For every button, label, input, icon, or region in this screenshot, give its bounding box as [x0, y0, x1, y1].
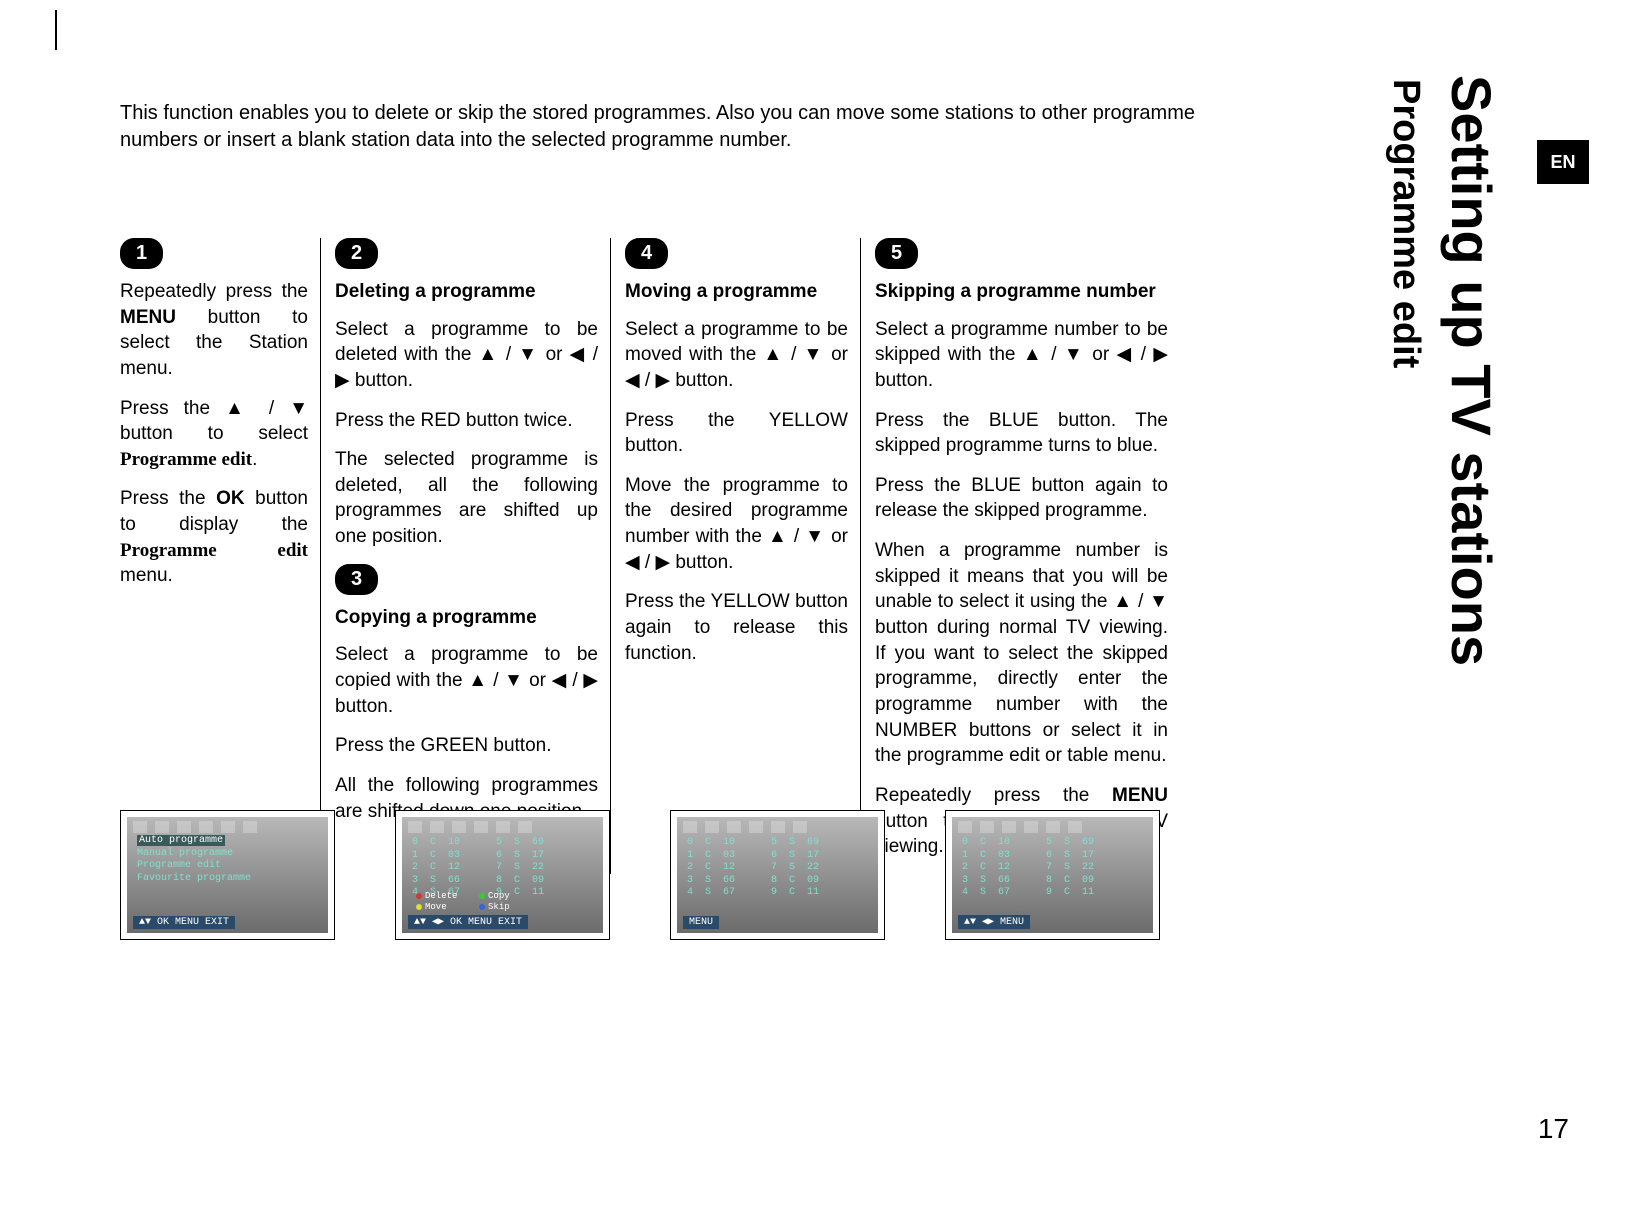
- osd-screenshot-3: 0 C 10 5 S 69 1 C 03 6 S 17 2 C 12 7 S 2…: [670, 810, 885, 940]
- osd-footer-hint: ▲▼ ◀▶ OK MENU EXIT: [408, 915, 528, 929]
- language-badge: EN: [1537, 140, 1589, 184]
- osd-programme-table: 0 C 10 5 S 69 1 C 03 6 S 17 2 C 12 7 S 2…: [412, 837, 597, 900]
- step-3-p1: Select a programme to be copied with the…: [335, 642, 598, 719]
- osd-icon-row: [958, 821, 1147, 835]
- osd-footer-hint: ▲▼ OK MENU EXIT: [133, 916, 235, 929]
- step-3-p2: Press the GREEN button.: [335, 733, 598, 759]
- step-3-badge: 3: [335, 564, 378, 595]
- osd-footer-hint: ▲▼ ◀▶ MENU: [958, 915, 1030, 929]
- step-1-badge: 1: [120, 238, 163, 269]
- page-title: Setting up TV stations: [1439, 75, 1504, 666]
- step-2-title: Deleting a programme: [335, 279, 598, 305]
- osd-color-legend: Delete Copy Move Skip: [416, 891, 593, 913]
- osd-programme-table: 0 C 10 5 S 69 1 C 03 6 S 17 2 C 12 7 S 2…: [962, 837, 1147, 900]
- column-4: 5 Skipping a programme number Select a p…: [860, 238, 1180, 874]
- step-5-p3: Press the BLUE button again to release t…: [875, 473, 1168, 524]
- step-3-title: Copying a programme: [335, 605, 598, 631]
- intro-paragraph: This function enables you to delete or s…: [120, 100, 1220, 154]
- osd-programme-table: 0 C 10 5 S 69 1 C 03 6 S 17 2 C 12 7 S 2…: [687, 837, 872, 900]
- page-title-block: Setting up TV stations Programme edit: [1384, 75, 1504, 666]
- step-2-p1: Select a programme to be deleted with th…: [335, 317, 598, 394]
- page-number: 17: [1538, 1113, 1569, 1145]
- step-5-badge: 5: [875, 238, 918, 269]
- osd-icon-row: [683, 821, 872, 835]
- step-4-p3: Move the programme to the desired progra…: [625, 473, 848, 576]
- column-2: 2 Deleting a programme Select a programm…: [320, 238, 610, 874]
- step-2-p2: Press the RED button twice.: [335, 408, 598, 434]
- step-5-title: Skipping a programme number: [875, 279, 1168, 305]
- osd-footer-hint: MENU: [683, 916, 719, 929]
- step-5-p2: Press the BLUE button. The skipped progr…: [875, 408, 1168, 459]
- osd-screenshot-1: Auto programme Manual programme Programm…: [120, 810, 335, 940]
- osd-icon-row: [408, 821, 597, 835]
- osd-screenshot-2: 0 C 10 5 S 69 1 C 03 6 S 17 2 C 12 7 S 2…: [395, 810, 610, 940]
- step-5-p4: When a programme number is skipped it me…: [875, 538, 1168, 769]
- step-4-title: Moving a programme: [625, 279, 848, 305]
- step-5-p1: Select a programme number to be skipped …: [875, 317, 1168, 394]
- column-1: 1 Repeatedly press the MENU button to se…: [120, 238, 320, 874]
- instruction-columns: 1 Repeatedly press the MENU button to se…: [120, 238, 1180, 874]
- step-1-p3: Press the OK button to display the Progr…: [120, 486, 308, 589]
- manual-page: EN Setting up TV stations Programme edit…: [0, 0, 1644, 1205]
- osd-screenshot-row: Auto programme Manual programme Programm…: [120, 810, 1180, 940]
- step-2-p3: The selected programme is deleted, all t…: [335, 447, 598, 550]
- step-1-p2: Press the ▲ / ▼ button to select Program…: [120, 396, 308, 473]
- page-subtitle: Programme edit: [1384, 79, 1427, 666]
- osd-icon-row: [133, 821, 322, 835]
- osd-screenshot-4: 0 C 10 5 S 69 1 C 03 6 S 17 2 C 12 7 S 2…: [945, 810, 1160, 940]
- crop-mark: [55, 10, 57, 50]
- column-3: 4 Moving a programme Select a programme …: [610, 238, 860, 874]
- step-2-badge: 2: [335, 238, 378, 269]
- step-4-p4: Press the YELLOW button again to release…: [625, 589, 848, 666]
- step-4-badge: 4: [625, 238, 668, 269]
- osd-menu-list: Auto programme Manual programme Programm…: [137, 835, 322, 885]
- step-4-p1: Select a programme to be moved with the …: [625, 317, 848, 394]
- step-4-p2: Press the YELLOW button.: [625, 408, 848, 459]
- step-1-p1: Repeatedly press the MENU button to sele…: [120, 279, 308, 382]
